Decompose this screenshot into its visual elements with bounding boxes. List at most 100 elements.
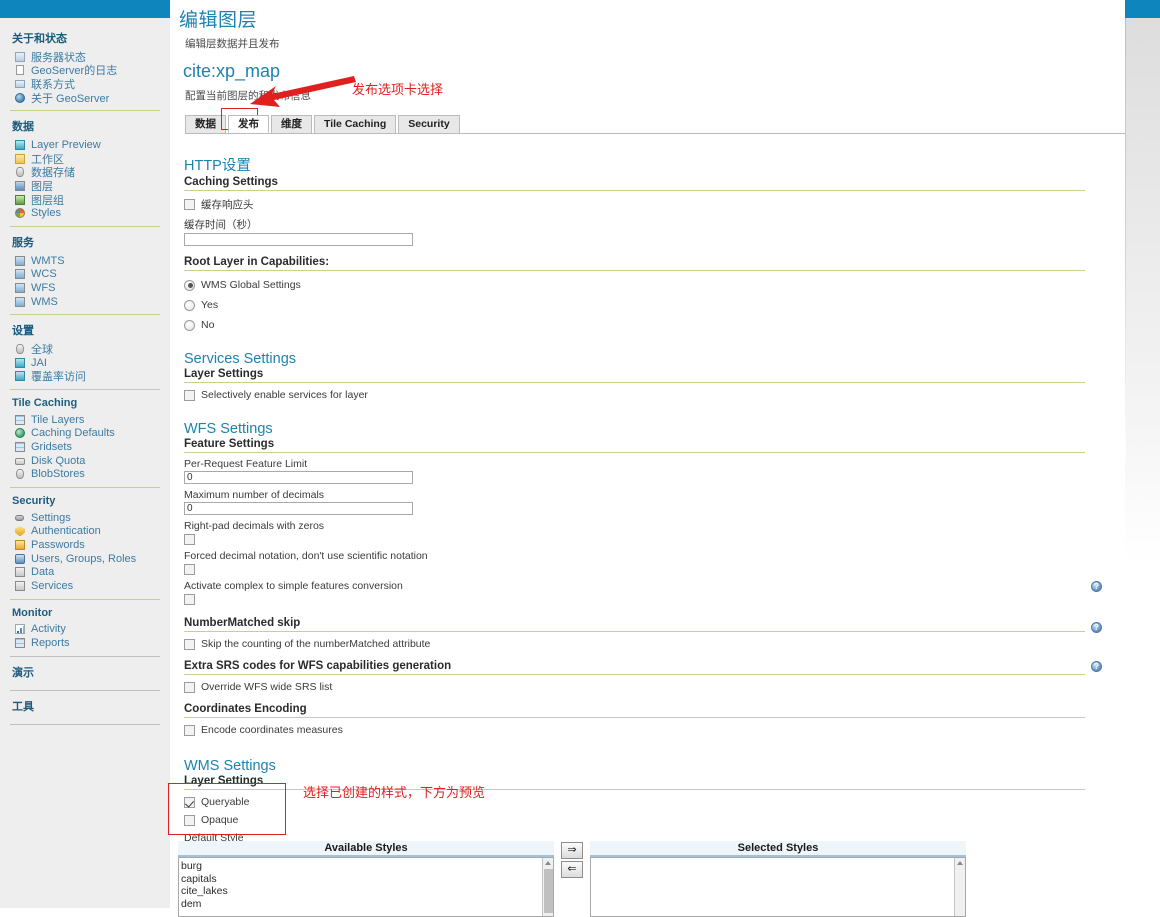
- coords-encoding-row[interactable]: Encode coordinates measures: [184, 724, 1125, 736]
- sidebar-item-tile-layers[interactable]: Tile Layers: [0, 413, 170, 427]
- sidebar-item-coverage-access[interactable]: 覆盖率访问: [0, 370, 170, 383]
- sidebar-item-passwords[interactable]: Passwords: [0, 538, 170, 552]
- opaque-row[interactable]: Opaque: [184, 814, 1125, 826]
- sidebar-group-tools[interactable]: 工具: [0, 692, 170, 720]
- coords-encoding-checkbox[interactable]: [184, 724, 195, 736]
- section-heading-wfs: WFS Settings: [184, 421, 273, 437]
- forced-decimal-checkbox[interactable]: [184, 564, 195, 575]
- lock-icon: [14, 539, 26, 551]
- sidebar-item-wms[interactable]: WMS: [0, 295, 170, 309]
- selective-services-checkbox[interactable]: [184, 389, 195, 401]
- help-icon-coords-encoding[interactable]: ?: [1091, 661, 1102, 672]
- opaque-checkbox[interactable]: [184, 814, 195, 826]
- tab-security[interactable]: Security: [398, 115, 460, 133]
- sidebar-item-layers[interactable]: 图层: [0, 179, 170, 193]
- number-matched-row[interactable]: Skip the counting of the numberMatched a…: [184, 638, 1125, 650]
- available-styles-scrollbar[interactable]: [542, 858, 553, 916]
- sidebar-group-title: 设置: [12, 325, 34, 338]
- sidebar-item-label: WMTS: [31, 254, 65, 267]
- selected-styles-list[interactable]: [590, 857, 966, 917]
- sidebar-item-authentication[interactable]: Authentication: [0, 525, 170, 539]
- sidebar-item-reports[interactable]: Reports: [0, 636, 170, 650]
- gridsets-icon: [14, 441, 26, 453]
- sidebar-item-workspaces[interactable]: 工作区: [0, 152, 170, 166]
- cache-time-input[interactable]: [184, 233, 413, 246]
- sidebar-item-wfs[interactable]: WFS: [0, 281, 170, 295]
- sidebar-item-activity[interactable]: Activity: [0, 623, 170, 637]
- root-layer-option-no[interactable]: No: [184, 319, 1125, 331]
- sidebar-item-wcs[interactable]: WCS: [0, 268, 170, 282]
- sidebar-item-security-settings[interactable]: Settings: [0, 511, 170, 525]
- cache-response-headers-checkbox[interactable]: [184, 199, 195, 210]
- complex-simple-checkbox[interactable]: [184, 594, 195, 605]
- divider: [184, 674, 1085, 675]
- sidebar-divider: [10, 723, 160, 725]
- selective-services-row[interactable]: Selectively enable services for layer: [184, 389, 1125, 401]
- help-icon-number-matched[interactable]: ?: [1091, 581, 1102, 592]
- per-request-limit-input[interactable]: [184, 471, 413, 484]
- sidebar-item-styles[interactable]: Styles: [0, 206, 170, 220]
- right-pad-checkbox[interactable]: [184, 534, 195, 545]
- tab-dimension[interactable]: 维度: [271, 115, 312, 133]
- users-icon: [14, 553, 26, 565]
- available-styles-list[interactable]: burg capitals cite_lakes dem: [178, 857, 554, 917]
- scroll-up-arrow-icon[interactable]: [957, 861, 963, 865]
- layer-icon: [14, 180, 26, 192]
- extra-srs-checkbox[interactable]: [184, 681, 195, 693]
- cache-response-headers-label: 缓存响应头: [201, 199, 254, 211]
- sidebar-item-security-data[interactable]: Data: [0, 565, 170, 579]
- max-decimals-input[interactable]: [184, 502, 413, 515]
- subheading-number-matched: NumberMatched skip: [184, 617, 301, 629]
- sidebar-item-label: Activity: [31, 623, 66, 636]
- tab-tile-caching[interactable]: Tile Caching: [314, 115, 397, 133]
- sidebar-item-caching-defaults[interactable]: Caching Defaults: [0, 427, 170, 441]
- scrollbar-thumb[interactable]: [544, 869, 553, 913]
- tab-data[interactable]: 数据: [185, 115, 226, 133]
- opaque-label: Opaque: [201, 814, 239, 826]
- services-security-icon: [14, 580, 26, 592]
- help-icon-extra-srs[interactable]: ?: [1091, 622, 1102, 633]
- list-item[interactable]: capitals: [181, 873, 553, 886]
- data-security-icon: [14, 566, 26, 578]
- radio-yes[interactable]: [184, 299, 195, 311]
- annotation-label-default-style: 选择已创建的样式，下方为预览: [303, 786, 486, 801]
- sidebar-group-title: Tile Caching: [12, 397, 78, 410]
- wmts-icon: [14, 255, 26, 267]
- root-layer-option-yes[interactable]: Yes: [184, 299, 1125, 311]
- folder-icon: [14, 153, 26, 165]
- remove-style-button[interactable]: ⇐: [561, 861, 583, 878]
- scroll-up-arrow-icon[interactable]: [545, 861, 551, 865]
- sidebar-item-users-groups-roles[interactable]: Users, Groups, Roles: [0, 552, 170, 566]
- selected-styles-scrollbar[interactable]: [954, 858, 965, 916]
- sidebar-item-layer-preview[interactable]: Layer Preview: [0, 138, 170, 152]
- sidebar-item-label: BlobStores: [31, 468, 85, 481]
- sidebar-item-wmts[interactable]: WMTS: [0, 254, 170, 268]
- sidebar-item-geoserver-logs[interactable]: GeoServer的日志: [0, 64, 170, 77]
- add-style-button[interactable]: ⇒: [561, 842, 583, 859]
- sidebar-item-gridsets[interactable]: Gridsets: [0, 440, 170, 454]
- sidebar-item-security-services[interactable]: Services: [0, 579, 170, 593]
- radio-wms-global-settings[interactable]: [184, 279, 195, 291]
- number-matched-checkbox[interactable]: [184, 638, 195, 650]
- sidebar-group-demo[interactable]: 演示: [0, 658, 170, 686]
- right-rail: [1125, 0, 1160, 908]
- list-item[interactable]: dem: [181, 898, 553, 911]
- sidebar-divider: [10, 110, 160, 112]
- tab-publish[interactable]: 发布: [228, 115, 269, 133]
- cache-response-headers-row[interactable]: 缓存响应头: [184, 197, 1125, 212]
- sidebar-item-label: WMS: [31, 295, 58, 308]
- list-item[interactable]: cite_lakes: [181, 885, 553, 898]
- sidebar-item-about-geoserver[interactable]: 关于 GeoServer: [0, 91, 170, 105]
- sidebar-item-layer-groups[interactable]: 图层组: [0, 193, 170, 207]
- radio-no[interactable]: [184, 319, 195, 331]
- sidebar-item-datastores[interactable]: 数据存储: [0, 166, 170, 179]
- queryable-checkbox[interactable]: [184, 796, 195, 808]
- root-layer-option-global[interactable]: WMS Global Settings: [184, 279, 1125, 291]
- sidebar-item-blobstores[interactable]: BlobStores: [0, 467, 170, 481]
- list-item[interactable]: burg: [181, 860, 553, 873]
- sidebar-divider: [10, 389, 160, 391]
- global-settings-icon: [14, 343, 26, 355]
- sidebar-item-global[interactable]: 全球: [0, 342, 170, 356]
- sidebar-item-disk-quota[interactable]: Disk Quota: [0, 454, 170, 468]
- extra-srs-row[interactable]: Override WFS wide SRS list: [184, 681, 1125, 693]
